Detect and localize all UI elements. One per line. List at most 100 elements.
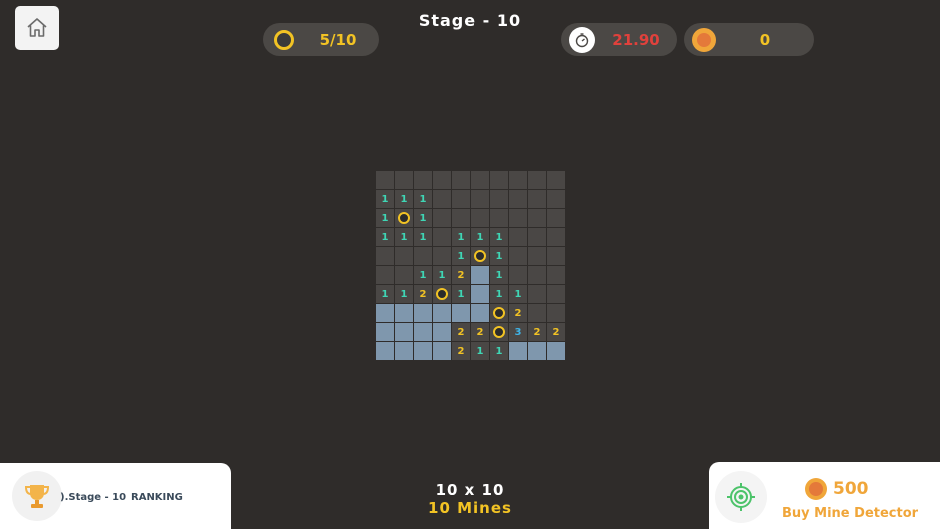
board-cell[interactable]: 1 xyxy=(490,266,508,284)
board-cell[interactable] xyxy=(509,247,527,265)
board-cell[interactable]: 1 xyxy=(414,209,432,227)
board-cell[interactable] xyxy=(528,304,546,322)
board-cell[interactable] xyxy=(433,285,451,303)
board-cell[interactable] xyxy=(528,266,546,284)
board-cell[interactable] xyxy=(414,304,432,322)
board-cell[interactable] xyxy=(471,266,489,284)
board-cell[interactable]: 1 xyxy=(376,228,394,246)
board-cell[interactable]: 1 xyxy=(395,190,413,208)
board-cell[interactable] xyxy=(547,190,565,208)
board-cell[interactable] xyxy=(509,342,527,360)
board-cell[interactable] xyxy=(528,209,546,227)
board-cell[interactable]: 1 xyxy=(414,228,432,246)
board-cell[interactable] xyxy=(509,209,527,227)
board-cell[interactable]: 1 xyxy=(490,342,508,360)
board-cell[interactable] xyxy=(547,228,565,246)
board-cell[interactable] xyxy=(376,304,394,322)
board-cell[interactable] xyxy=(490,171,508,189)
board-cell[interactable]: 1 xyxy=(414,266,432,284)
board-cell[interactable] xyxy=(528,228,546,246)
board-cell[interactable] xyxy=(395,209,413,227)
board-cell[interactable] xyxy=(433,342,451,360)
board-cell[interactable]: 2 xyxy=(452,342,470,360)
board-cell[interactable] xyxy=(395,247,413,265)
board-cell[interactable]: 2 xyxy=(547,323,565,341)
board-cell[interactable] xyxy=(395,323,413,341)
board-cell[interactable]: 2 xyxy=(414,285,432,303)
board-cell[interactable]: 1 xyxy=(452,228,470,246)
board-cell[interactable]: 2 xyxy=(452,266,470,284)
board-cell[interactable] xyxy=(414,323,432,341)
board-cell[interactable] xyxy=(395,304,413,322)
board-cell[interactable] xyxy=(528,190,546,208)
board-cell[interactable] xyxy=(490,190,508,208)
board-cell[interactable] xyxy=(471,209,489,227)
board-cell[interactable] xyxy=(452,304,470,322)
board-cell[interactable] xyxy=(471,190,489,208)
board-cell[interactable] xyxy=(528,342,546,360)
board-cell[interactable] xyxy=(490,323,508,341)
board-cell[interactable] xyxy=(547,247,565,265)
board-cell[interactable]: 1 xyxy=(471,342,489,360)
board-cell[interactable] xyxy=(376,266,394,284)
board-cell[interactable]: 1 xyxy=(452,285,470,303)
board-cell[interactable] xyxy=(452,209,470,227)
board-cell[interactable]: 1 xyxy=(433,266,451,284)
board-cell[interactable] xyxy=(528,247,546,265)
board-cell[interactable] xyxy=(547,304,565,322)
board-cell[interactable] xyxy=(547,285,565,303)
board-cell[interactable] xyxy=(433,323,451,341)
board-cell[interactable] xyxy=(433,190,451,208)
board-cell[interactable]: 1 xyxy=(376,209,394,227)
board-cell[interactable] xyxy=(547,342,565,360)
board-cell[interactable] xyxy=(509,171,527,189)
buy-mine-detector-button[interactable]: 500 Buy Mine Detector xyxy=(709,462,940,529)
board-cell[interactable] xyxy=(414,247,432,265)
board-cell[interactable] xyxy=(433,171,451,189)
board-cell[interactable] xyxy=(528,171,546,189)
board-cell[interactable] xyxy=(509,266,527,284)
board-cell[interactable] xyxy=(452,190,470,208)
board-cell[interactable] xyxy=(395,171,413,189)
board-cell[interactable] xyxy=(471,171,489,189)
board-cell[interactable] xyxy=(376,342,394,360)
board-cell[interactable]: 1 xyxy=(452,247,470,265)
board-cell[interactable] xyxy=(509,228,527,246)
board-cell[interactable] xyxy=(433,209,451,227)
board-cell[interactable] xyxy=(490,304,508,322)
board-cell[interactable]: 1 xyxy=(490,228,508,246)
board-cell[interactable] xyxy=(395,266,413,284)
board-cell[interactable] xyxy=(471,247,489,265)
board-cell[interactable]: 1 xyxy=(509,285,527,303)
board-cell[interactable]: 1 xyxy=(395,228,413,246)
board-cell[interactable]: 2 xyxy=(471,323,489,341)
board-cell[interactable]: 1 xyxy=(376,285,394,303)
board-cell[interactable]: 3 xyxy=(509,323,527,341)
board-cell[interactable] xyxy=(395,342,413,360)
board-cell[interactable] xyxy=(471,304,489,322)
board-cell[interactable]: 1 xyxy=(395,285,413,303)
board-cell[interactable]: 1 xyxy=(490,247,508,265)
board-cell[interactable] xyxy=(433,247,451,265)
board-cell[interactable] xyxy=(528,285,546,303)
board-cell[interactable]: 2 xyxy=(452,323,470,341)
board-cell[interactable] xyxy=(376,171,394,189)
board-cell[interactable] xyxy=(414,342,432,360)
board-cell[interactable] xyxy=(414,171,432,189)
board-cell[interactable]: 1 xyxy=(414,190,432,208)
board-cell[interactable] xyxy=(433,228,451,246)
board-cell[interactable]: 1 xyxy=(376,190,394,208)
board-cell[interactable] xyxy=(547,266,565,284)
board-cell[interactable]: 2 xyxy=(528,323,546,341)
board-cell[interactable] xyxy=(433,304,451,322)
board-cell[interactable]: 2 xyxy=(509,304,527,322)
board-cell[interactable] xyxy=(471,285,489,303)
board-cell[interactable] xyxy=(547,209,565,227)
board-cell[interactable] xyxy=(490,209,508,227)
board-cell[interactable]: 1 xyxy=(471,228,489,246)
board-cell[interactable] xyxy=(547,171,565,189)
ranking-panel[interactable]: ).Stage - 10 RANKING xyxy=(0,463,231,529)
board-cell[interactable] xyxy=(376,323,394,341)
board-cell[interactable] xyxy=(452,171,470,189)
board-cell[interactable]: 1 xyxy=(490,285,508,303)
